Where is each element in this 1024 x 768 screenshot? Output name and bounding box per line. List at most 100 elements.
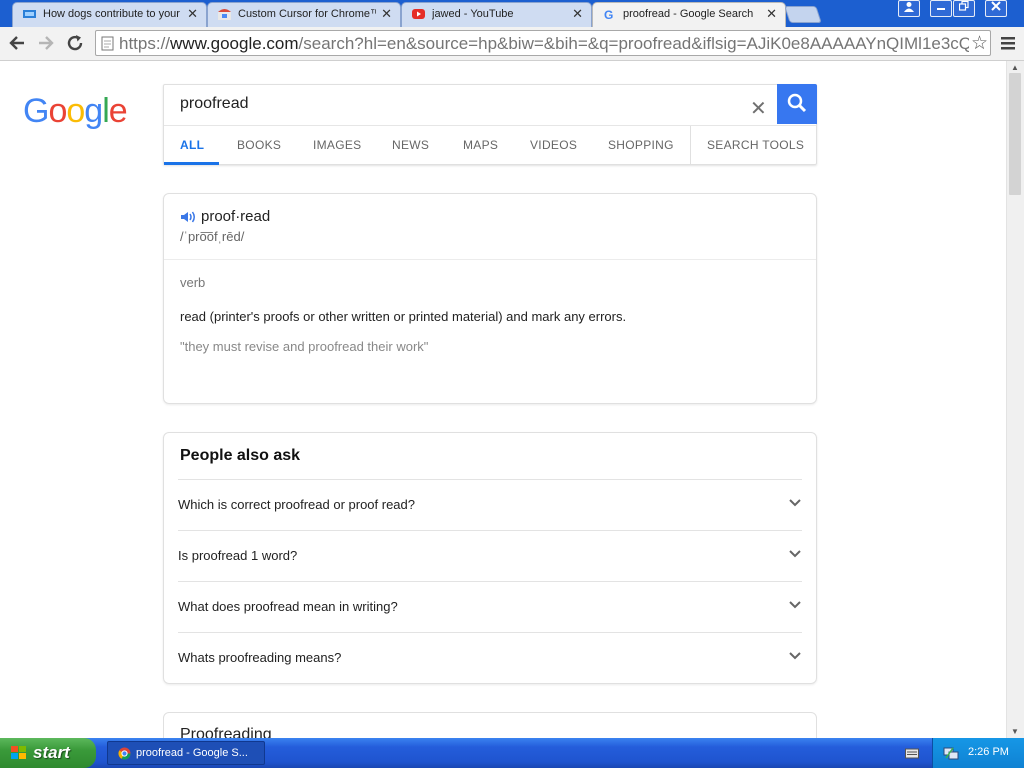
chrome-webstore-icon [218,9,231,20]
tab-title: Custom Cursor for Chrome™ [238,8,376,20]
page-viewport: Google proofread ✕ ALL BOOKS IMAGES NEWS… [0,61,1024,738]
chrome-menu-icon[interactable] [998,33,1018,53]
tab-news[interactable]: NEWS [392,138,429,152]
paa-question-1[interactable]: Which is correct proofread or proof read… [178,479,802,531]
proofreading-card-title[interactable]: Proofreading [180,726,272,738]
definition-text: read (printer's proofs or other written … [180,309,627,324]
browser-tab-1[interactable]: How dogs contribute to your ✕ [12,2,207,27]
start-label: start [33,743,70,762]
active-tab-underline [164,162,219,165]
scrollbar-thumb[interactable] [1009,73,1021,195]
taskbar-window-label: proofread - Google S... [136,747,248,759]
search-box-card: proofread ✕ ALL BOOKS IMAGES NEWS MAPS V… [163,84,817,165]
paa-question-4[interactable]: Whats proofreading means? [178,632,802,684]
tab-close-icon[interactable]: ✕ [766,6,777,22]
windows-logo-icon [11,746,26,759]
tab-close-icon[interactable]: ✕ [187,6,198,22]
tab-favicon-icon [23,10,36,18]
paa-question-text: Whats proofreading means? [178,650,342,665]
tab-maps[interactable]: MAPS [463,138,498,152]
paa-question-3[interactable]: What does proofread mean in writing? [178,581,802,633]
tab-shopping[interactable]: SHOPPING [608,138,674,152]
logo-letter: o [66,92,85,130]
scroll-down-icon[interactable]: ▼ [1011,727,1019,736]
browser-tab-3[interactable]: jawed - YouTube ✕ [401,2,592,27]
search-tools-button[interactable]: SEARCH TOOLS [707,138,804,152]
back-arrow-icon[interactable] [7,33,27,53]
system-clock: 2:26 PM [968,746,1009,758]
paa-question-text: What does proofread mean in writing? [178,599,398,614]
dictionary-headword: proof·read [201,208,271,225]
restore-button[interactable] [953,0,975,17]
paa-question-2[interactable]: Is proofread 1 word? [178,530,802,582]
reload-icon[interactable] [65,33,85,53]
taskbar-chrome-window[interactable]: proofread - Google S... [107,741,265,765]
logo-letter: g [84,92,103,130]
chevron-down-icon [789,550,801,558]
logo-letter: e [108,92,128,130]
proofreading-card: Proofreading [163,712,817,738]
tab-title: jawed - YouTube [432,8,514,20]
url-scheme: https:// [119,34,171,53]
chevron-down-icon [789,601,801,609]
clear-search-icon[interactable]: ✕ [750,96,767,121]
paa-question-text: Is proofread 1 word? [178,548,298,563]
url-path: /search?hl=en&source=hp&biw=&bih=&q=proo… [298,34,969,53]
part-of-speech: verb [180,275,206,290]
paa-question-text: Which is correct proofread or proof read… [178,497,415,512]
google-icon: G [604,8,613,20]
dictionary-phonetic: /ˈpro͞ofˌrēd/ [180,229,245,244]
speaker-icon[interactable] [180,210,198,224]
tab-images[interactable]: IMAGES [313,138,361,152]
tab-all[interactable]: ALL [180,138,204,152]
user-profile-button[interactable] [898,0,920,17]
start-button[interactable]: start [0,738,96,768]
definition-example: "they must revise and proofread their wo… [180,339,429,354]
forward-arrow-icon[interactable] [36,33,56,53]
tabs-divider [690,126,691,165]
logo-letter: o [48,92,67,130]
user-icon [904,2,914,12]
tab-close-icon[interactable]: ✕ [381,6,392,22]
browser-toolbar: https://www.google.com/search?hl=en&sour… [0,27,1024,61]
tab-videos[interactable]: VIDEOS [530,138,577,152]
search-input[interactable]: proofread [180,95,249,113]
chrome-icon [118,747,131,760]
tab-books[interactable]: BOOKS [237,138,281,152]
tab-close-icon[interactable]: ✕ [572,6,583,22]
browser-tab-2[interactable]: Custom Cursor for Chrome™ ✕ [207,2,401,27]
youtube-icon [412,9,425,19]
dictionary-card: proof·read /ˈpro͞ofˌrēd/ verb read (prin… [163,193,817,404]
bookmark-star-icon[interactable]: ☆ [971,32,988,55]
restore-icon [958,0,969,11]
close-icon [991,1,1001,11]
new-tab-button[interactable] [784,6,822,23]
address-bar[interactable]: https://www.google.com/search?hl=en&sour… [95,30,991,56]
minimize-icon [937,8,945,10]
search-icon [787,93,807,113]
minimize-button[interactable] [930,0,952,17]
windows-taskbar: start proofread - Google S... 2:26 PM [0,738,1024,768]
scroll-up-icon[interactable]: ▲ [1011,63,1019,72]
page-scrollbar[interactable]: ▲ ▼ [1006,61,1024,738]
svg-text:G: G [604,8,613,20]
tab-title: How dogs contribute to your [43,8,180,20]
chevron-down-icon [789,499,801,507]
dictionary-header: proof·read /ˈpro͞ofˌrēd/ [164,194,816,260]
network-tray-icon[interactable] [943,745,959,761]
browser-tab-4-active[interactable]: G proofread - Google Search ✕ [592,2,786,28]
keyboard-icon[interactable] [905,747,919,759]
page-info-icon[interactable] [101,36,114,51]
search-button[interactable] [777,84,817,124]
logo-letter: G [23,92,49,130]
google-logo[interactable]: Google [23,92,128,131]
tab-title: proofread - Google Search [623,8,754,20]
people-also-ask-title: People also ask [180,447,301,464]
search-tabs-bar: ALL BOOKS IMAGES NEWS MAPS VIDEOS SHOPPI… [164,125,816,165]
chevron-down-icon [789,652,801,660]
people-also-ask-card: People also ask Which is correct proofre… [163,432,817,684]
browser-tab-strip: How dogs contribute to your ✕ Custom Cur… [0,0,1024,28]
close-window-button[interactable] [985,0,1007,17]
url-host: www.google.com [170,34,299,53]
url-text: https://www.google.com/search?hl=en&sour… [119,34,969,54]
